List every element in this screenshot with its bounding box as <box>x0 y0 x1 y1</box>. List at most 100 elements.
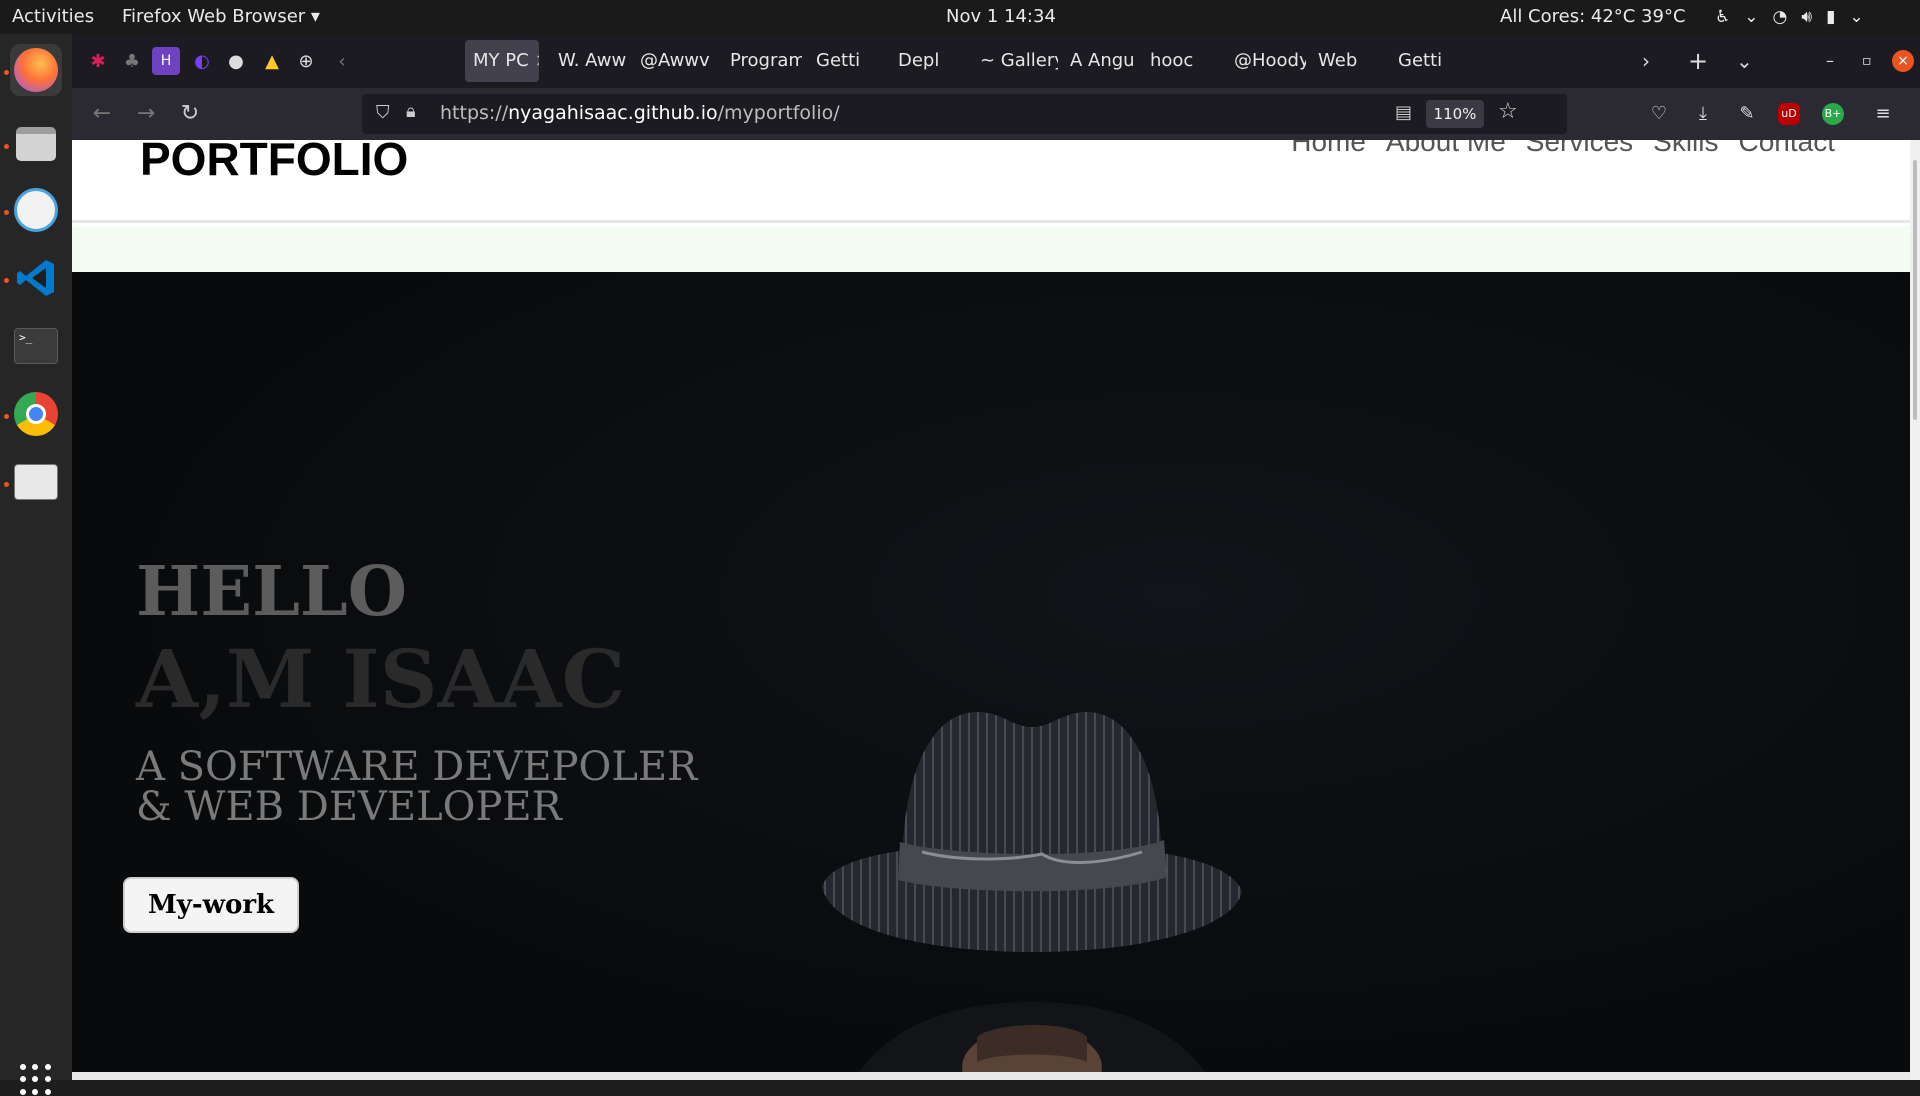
header-spacer <box>72 226 1910 272</box>
nav-link-home[interactable]: Home <box>1291 140 1366 158</box>
cpu-temperature[interactable]: All Cores: 42°C 39°C <box>1500 0 1686 34</box>
tab-active[interactable]: MY PC × <box>465 40 539 82</box>
tab-label: Web <box>1318 50 1358 71</box>
extension-badge-icon[interactable]: B+ <box>1822 103 1844 125</box>
pinned-tab-icon[interactable]: ♣ <box>118 47 146 75</box>
accessibility-icon[interactable]: ♿ <box>1715 0 1730 34</box>
url-bar[interactable]: ⛉ 🔒︎ https://nyagahisaac.github.io/mypor… <box>362 94 1567 134</box>
site-nav: Home About Me Services Skills Contact <box>1291 140 1835 158</box>
downloads-icon[interactable]: ⤓ <box>1688 99 1718 129</box>
show-applications-button[interactable] <box>20 1064 52 1096</box>
close-window-button[interactable]: × <box>1892 50 1914 72</box>
tab-label: hooc <box>1150 50 1194 71</box>
vertical-scrollbar[interactable] <box>1910 140 1920 1080</box>
tab[interactable]: Getti <box>808 40 882 82</box>
tab[interactable]: Depl <box>890 40 964 82</box>
github-icon[interactable]: ● <box>222 47 250 75</box>
clock[interactable]: Nov 1 14:34 <box>946 0 1056 34</box>
navigation-toolbar: ← → ↻ ⛉ 🔒︎ https://nyagahisaac.github.io… <box>72 88 1920 140</box>
my-work-button[interactable]: My-work <box>123 877 299 933</box>
scroll-tabs-right-icon[interactable]: › <box>1642 46 1650 76</box>
ublock-icon[interactable]: uD <box>1778 103 1800 125</box>
nav-link-about[interactable]: About Me <box>1386 140 1506 158</box>
tab[interactable]: @Hoody <box>1226 40 1306 82</box>
bird-icon <box>14 188 58 232</box>
new-tab-button[interactable]: + <box>1688 46 1708 76</box>
firefox-icon <box>14 48 58 92</box>
horizontal-scrollbar[interactable] <box>72 1072 1910 1080</box>
running-indicator <box>4 414 9 419</box>
scroll-tabs-left-icon[interactable]: ‹ <box>328 47 356 75</box>
site-header: PORTFOLIO Home About Me Services Skills … <box>72 140 1910 223</box>
url-domain: nyagahisaac.github.io <box>508 102 718 124</box>
files-launcher[interactable] <box>10 118 62 170</box>
chevron-down-icon[interactable]: ⌄ <box>1744 0 1758 34</box>
tab-label: Program <box>730 50 802 71</box>
pinned-tab-icon[interactable]: ◐ <box>188 47 216 75</box>
tab[interactable]: @Awwv <box>632 40 718 82</box>
nav-link-services[interactable]: Services <box>1526 140 1633 158</box>
running-indicator <box>4 210 9 215</box>
running-indicator <box>4 482 9 487</box>
vscode-launcher[interactable] <box>10 252 62 304</box>
hero-role-line: A SOFTWARE DEVEPOLER <box>136 744 698 790</box>
tab-label: Getti <box>816 50 861 71</box>
tab[interactable]: Program <box>722 40 802 82</box>
zoom-level-button[interactable]: 110% <box>1426 100 1484 128</box>
dock: >_ <box>0 34 72 1095</box>
terminal-launcher[interactable]: >_ <box>10 320 62 372</box>
folder-icon <box>16 127 56 161</box>
hero-section: HELLO A,M ISAAC A SOFTWARE DEVEPOLER & W… <box>72 272 1910 1080</box>
close-icon[interactable]: × <box>535 50 539 71</box>
lock-icon[interactable]: 🔒︎ <box>406 101 416 122</box>
reader-view-icon[interactable]: ▤ <box>1395 102 1412 123</box>
maximize-button[interactable]: ▫ <box>1862 46 1872 76</box>
nav-link-contact[interactable]: Contact <box>1739 140 1836 158</box>
activities-button[interactable]: Activities <box>12 0 94 34</box>
tab-label: Depl <box>898 50 940 71</box>
hero-role-line: & WEB DEVELOPER <box>136 784 562 830</box>
chevron-down-icon[interactable]: ⌄ <box>1849 0 1863 34</box>
volume-icon: 🔊︎ <box>1801 7 1813 27</box>
search-launcher[interactable] <box>10 456 62 508</box>
tab[interactable]: W. Aww <box>550 40 630 82</box>
firefox-launcher[interactable] <box>10 44 62 96</box>
hamburger-menu-icon[interactable]: ≡ <box>1868 99 1898 129</box>
pocket-icon[interactable]: ♡ <box>1644 99 1674 129</box>
slack-icon[interactable]: ✱ <box>84 47 112 75</box>
tab[interactable]: Web <box>1310 40 1386 82</box>
terminal-icon: >_ <box>14 328 58 364</box>
hero-portrait-image <box>822 712 1242 1080</box>
tab[interactable]: ~ Gallery <box>972 40 1058 82</box>
url-text[interactable]: https://nyagahisaac.github.io/myportfoli… <box>440 102 840 124</box>
tab-bar: ✱ ♣ H ◐ ● ▲ ⊕ ‹ MY PC × W. Aww @Awwv Prog… <box>72 34 1920 88</box>
forward-button[interactable]: → <box>130 98 162 130</box>
reload-button[interactable]: ↻ <box>174 98 206 130</box>
chrome-launcher[interactable] <box>10 388 62 440</box>
system-tray[interactable]: ♿ ⌄ ◔ 🔊︎ ▮ ⌄ <box>1715 0 1864 34</box>
hero-role: A SOFTWARE DEVEPOLER & WEB DEVELOPER <box>136 747 697 827</box>
nav-link-skills[interactable]: Skills <box>1653 140 1718 158</box>
tab-label: A Angu <box>1070 50 1135 71</box>
hero-name: A,M ISAAC <box>136 632 626 726</box>
firefox-window: ✱ ♣ H ◐ ● ▲ ⊕ ‹ MY PC × W. Aww @Awwv Prog… <box>72 34 1920 1080</box>
globe-icon[interactable]: ⊕ <box>292 47 320 75</box>
wifi-icon: ◔ <box>1772 7 1788 27</box>
tab-label: MY PC <box>473 50 529 71</box>
site-logo[interactable]: PORTFOLIO <box>140 140 408 186</box>
tab[interactable]: Getti <box>1390 40 1466 82</box>
extension-icon[interactable]: ✎ <box>1732 99 1762 129</box>
app-menu[interactable]: Firefox Web Browser ▾ <box>122 0 320 34</box>
firebase-icon[interactable]: ▲ <box>258 47 286 75</box>
back-button[interactable]: ← <box>86 98 118 130</box>
magnifier-icon <box>14 464 58 500</box>
tracking-protection-icon[interactable]: ⛉ <box>376 102 390 123</box>
list-tabs-icon[interactable]: ⌄ <box>1736 46 1753 76</box>
app-launcher[interactable] <box>10 184 62 236</box>
bookmark-star-icon[interactable]: ☆ <box>1498 99 1518 124</box>
heroku-icon[interactable]: H <box>152 47 180 75</box>
tab[interactable]: hooc <box>1142 40 1222 82</box>
running-indicator <box>4 278 9 283</box>
tab[interactable]: A Angu <box>1062 40 1138 82</box>
minimize-button[interactable]: – <box>1826 46 1834 76</box>
